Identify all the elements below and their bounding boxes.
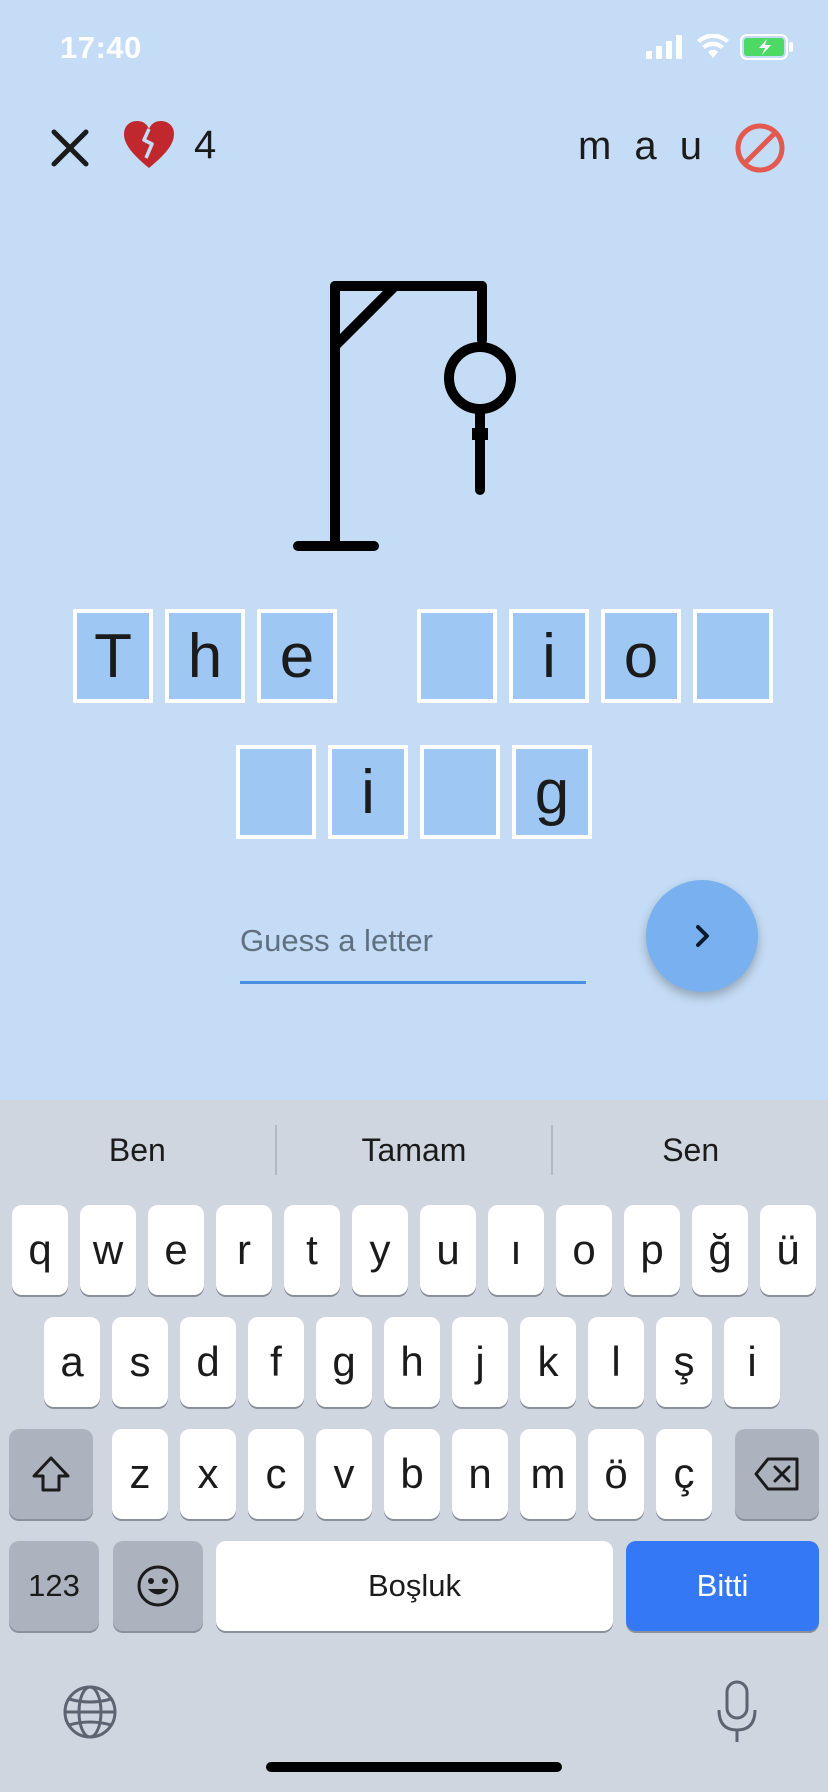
close-icon	[51, 129, 89, 167]
key-f[interactable]: f	[248, 1317, 304, 1407]
key-u[interactable]: u	[420, 1205, 476, 1295]
globe-icon[interactable]	[62, 1684, 118, 1740]
done-key[interactable]: Bitti	[626, 1541, 819, 1631]
key-b[interactable]: b	[384, 1429, 440, 1519]
hangman-neck	[472, 428, 488, 440]
key-g[interactable]: g	[316, 1317, 372, 1407]
space-key[interactable]: Boşluk	[216, 1541, 613, 1631]
emoji-icon	[137, 1565, 179, 1607]
letter-tile: g	[512, 745, 592, 839]
wrong-letters-indicator	[734, 122, 786, 174]
suggestion-bar: Ben Tamam Sen	[0, 1100, 828, 1200]
hangman-head	[444, 342, 516, 414]
signal-icon	[646, 35, 682, 59]
key-h[interactable]: h	[384, 1317, 440, 1407]
broken-heart-icon	[124, 121, 174, 168]
key-g-breve[interactable]: ğ	[692, 1205, 748, 1295]
key-a[interactable]: a	[44, 1317, 100, 1407]
letter-tile: h	[165, 609, 245, 703]
key-s[interactable]: s	[112, 1317, 168, 1407]
letter-tile: o	[601, 609, 681, 703]
key-d[interactable]: d	[180, 1317, 236, 1407]
key-s-cedilla[interactable]: ş	[656, 1317, 712, 1407]
shift-key[interactable]	[9, 1429, 93, 1519]
numbers-key[interactable]: 123	[9, 1541, 99, 1631]
hangman-gallows	[293, 281, 516, 551]
home-indicator[interactable]	[266, 1762, 562, 1772]
key-u-umlaut[interactable]: ü	[760, 1205, 816, 1295]
key-j[interactable]: j	[452, 1317, 508, 1407]
key-l[interactable]: l	[588, 1317, 644, 1407]
key-n[interactable]: n	[452, 1429, 508, 1519]
letter-tile	[236, 745, 316, 839]
backspace-key[interactable]	[735, 1429, 819, 1519]
key-t[interactable]: t	[284, 1205, 340, 1295]
key-p[interactable]: p	[624, 1205, 680, 1295]
lives-indicator: 4	[122, 120, 216, 170]
microphone-icon[interactable]	[716, 1680, 758, 1744]
gallows-frame	[293, 281, 487, 551]
guess-input[interactable]	[240, 900, 586, 981]
key-r[interactable]: r	[216, 1205, 272, 1295]
prohibited-icon	[735, 123, 785, 173]
wifi-icon	[697, 34, 729, 58]
key-w[interactable]: w	[80, 1205, 136, 1295]
letter-tile: i	[509, 609, 589, 703]
guess-field[interactable]	[240, 900, 586, 984]
letter-tile	[420, 745, 500, 839]
emoji-key[interactable]	[113, 1541, 203, 1631]
key-dotless-i[interactable]: ı	[488, 1205, 544, 1295]
submit-guess-button[interactable]	[646, 880, 758, 992]
key-x[interactable]: x	[180, 1429, 236, 1519]
close-button[interactable]	[44, 122, 96, 174]
letter-tile	[417, 609, 497, 703]
status-time: 17:40	[60, 30, 142, 65]
shift-icon	[32, 1456, 70, 1492]
key-q[interactable]: q	[12, 1205, 68, 1295]
word-space	[349, 609, 405, 703]
used-letters: m a u	[577, 124, 708, 168]
letter-tile: i	[328, 745, 408, 839]
key-c-cedilla[interactable]: ç	[656, 1429, 712, 1519]
key-k[interactable]: k	[520, 1317, 576, 1407]
keyboard: Ben Tamam Sen q w e r t y u ı o p ğ ü a …	[0, 1100, 828, 1792]
status-indicators	[646, 34, 794, 60]
word-row-1: T h e i o	[73, 609, 773, 703]
battery-charging-icon	[740, 34, 793, 60]
suggestion-item[interactable]: Sen	[553, 1132, 828, 1169]
key-o[interactable]: o	[556, 1205, 612, 1295]
key-c[interactable]: c	[248, 1429, 304, 1519]
backspace-icon	[754, 1457, 799, 1491]
letter-tile: T	[73, 609, 153, 703]
letter-tile: e	[257, 609, 337, 703]
key-m[interactable]: m	[520, 1429, 576, 1519]
suggestion-item[interactable]: Ben	[0, 1132, 275, 1169]
lives-count: 4	[194, 122, 217, 167]
key-o-umlaut[interactable]: ö	[588, 1429, 644, 1519]
letter-tile	[693, 609, 773, 703]
chevron-right-icon	[696, 925, 709, 947]
word-row-2: i g	[236, 745, 592, 839]
key-e[interactable]: e	[148, 1205, 204, 1295]
key-v[interactable]: v	[316, 1429, 372, 1519]
key-i[interactable]: i	[724, 1317, 780, 1407]
key-z[interactable]: z	[112, 1429, 168, 1519]
key-y[interactable]: y	[352, 1205, 408, 1295]
suggestion-item[interactable]: Tamam	[277, 1132, 552, 1169]
